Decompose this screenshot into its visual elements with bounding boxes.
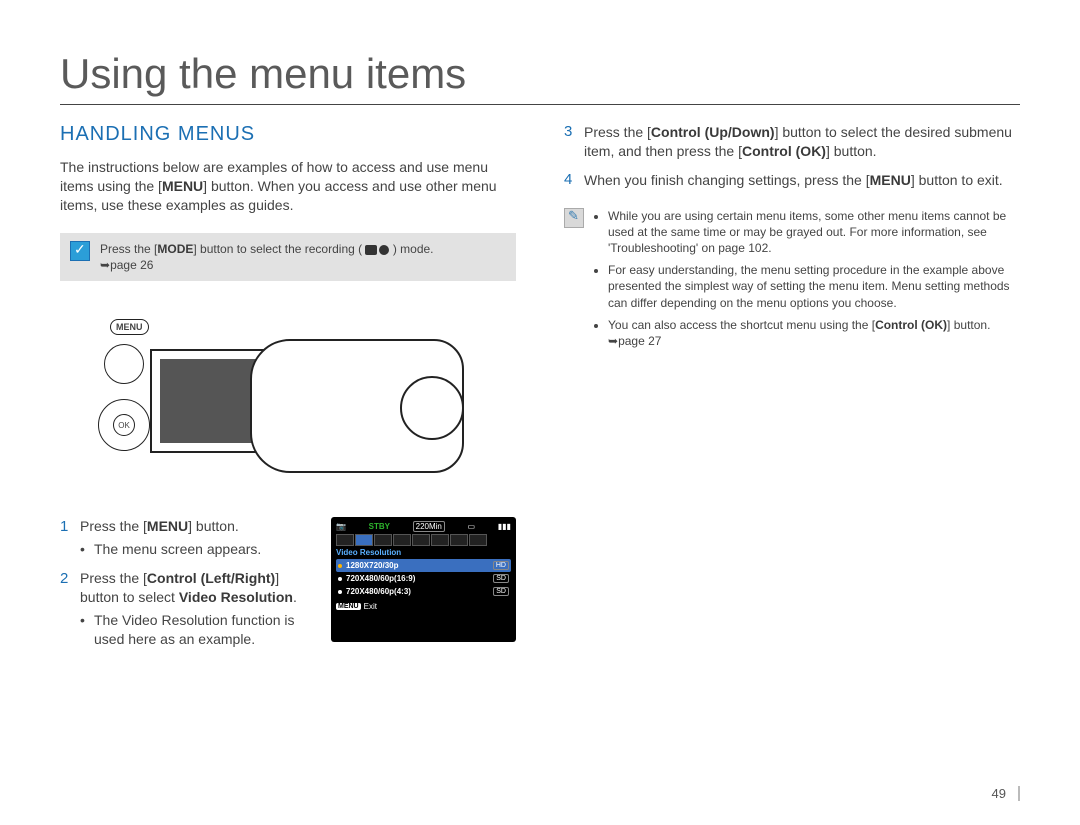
- pencil-icon: [564, 208, 584, 228]
- step3-ok-bold: Control (OK): [742, 143, 826, 159]
- tip-item: While you are using certain menu items, …: [608, 208, 1020, 257]
- osd-tab-row: [336, 534, 511, 546]
- tip3-ref: page 27: [618, 334, 661, 348]
- camcorder-body: [250, 339, 464, 473]
- step1-text-a: Press the [: [80, 518, 147, 534]
- osd-res-tag: SD: [493, 587, 509, 596]
- step-3: 3 Press the [Control (Up/Down)] button t…: [564, 123, 1020, 161]
- tip3-text-b: ] button.: [947, 318, 990, 332]
- osd-menu-title: Video Resolution: [336, 548, 511, 557]
- osd-battery-icon: ▮▮▮: [498, 522, 511, 531]
- step4-menu-bold: MENU: [870, 172, 911, 188]
- osd-dot-icon: [338, 590, 342, 594]
- step-body: Press the [Control (Left/Right)] button …: [80, 569, 319, 649]
- step2-ctrl-bold: Control (Left/Right): [147, 570, 275, 586]
- osd-tab: [336, 534, 354, 546]
- osd-res-tag: HD: [493, 561, 509, 570]
- tip3-ctrl-bold: Control (OK): [875, 318, 947, 332]
- step2-text-a: Press the [: [80, 570, 147, 586]
- osd-exit-row: MENU Exit: [336, 602, 511, 611]
- step1-text-b: ] button.: [188, 518, 239, 534]
- step-number: 4: [564, 171, 576, 190]
- osd-stby-label: STBY: [369, 522, 390, 531]
- note-mode-bold: MODE: [157, 242, 193, 256]
- tips-list: While you are using certain menu items, …: [594, 208, 1020, 356]
- page-title: Using the menu items: [60, 50, 1020, 105]
- osd-camera-icon: 📷: [336, 522, 346, 531]
- step4-text-a: When you finish changing settings, press…: [584, 172, 870, 188]
- step-1: 1 Press the [MENU] button. The menu scre…: [60, 517, 319, 559]
- osd-tab: [412, 534, 430, 546]
- osd-time-label: 220Min: [413, 521, 445, 532]
- ok-button-label: OK: [113, 414, 135, 436]
- tips-box: While you are using certain menu items, …: [564, 208, 1020, 356]
- osd-res-value: 1280X720/30p: [346, 561, 489, 570]
- step4-text-b: ] button to exit.: [911, 172, 1003, 188]
- step1-sub: The menu screen appears.: [80, 540, 319, 559]
- step3-text-c: ] button.: [826, 143, 877, 159]
- two-column-layout: HANDLING MENUS The instructions below ar…: [60, 123, 1020, 658]
- step-4: 4 When you finish changing settings, pre…: [564, 171, 1020, 190]
- osd-row: 720X480/60p(16:9) SD: [336, 572, 511, 585]
- osd-tab: [374, 534, 392, 546]
- note-text-c: ) mode.: [393, 242, 434, 256]
- note-text-b: ] button to select the recording (: [193, 242, 362, 256]
- osd-menu-badge: MENU: [336, 603, 361, 610]
- step2-text-c: .: [293, 589, 297, 605]
- menu-button-circle: [104, 344, 144, 384]
- control-pad: OK: [98, 399, 150, 451]
- osd-top-bar: 📷 STBY 220Min ▭ ▮▮▮: [336, 521, 511, 532]
- step1-menu-bold: MENU: [147, 518, 188, 534]
- camcorder-lens: [400, 376, 464, 440]
- left-column: HANDLING MENUS The instructions below ar…: [60, 123, 516, 658]
- right-column: 3 Press the [Control (Up/Down)] button t…: [564, 123, 1020, 658]
- note-text: Press the [MODE] button to select the re…: [100, 241, 434, 273]
- page-number: 49: [992, 786, 1020, 801]
- osd-tab-selected: [355, 534, 373, 546]
- osd-exit-label: Exit: [364, 602, 377, 611]
- osd-menu-screenshot: 📷 STBY 220Min ▭ ▮▮▮: [331, 517, 516, 642]
- step-body: Press the [Control (Up/Down)] button to …: [584, 123, 1020, 161]
- intro-paragraph: The instructions below are examples of h…: [60, 158, 516, 215]
- step-body: Press the [MENU] button. The menu screen…: [80, 517, 319, 559]
- check-icon: [70, 241, 90, 261]
- camcorder-illustration: MENU OK: [80, 299, 516, 499]
- osd-tab: [393, 534, 411, 546]
- osd-card-icon: ▭: [468, 522, 476, 531]
- mode-icons: [365, 245, 389, 255]
- osd-dot-icon: [338, 564, 342, 568]
- manual-page: Using the menu items HANDLING MENUS The …: [0, 0, 1080, 825]
- steps-block: 1 Press the [MENU] button. The menu scre…: [60, 517, 516, 658]
- section-heading: HANDLING MENUS: [60, 123, 516, 146]
- step-number: 1: [60, 517, 72, 559]
- osd-res-value: 720X480/60p(4:3): [346, 587, 489, 596]
- step-number: 2: [60, 569, 72, 649]
- note-text-a: Press the [: [100, 242, 157, 256]
- tip-item: For easy understanding, the menu setting…: [608, 262, 1020, 311]
- intro-menu-bold: MENU: [162, 178, 203, 194]
- tip-item: You can also access the shortcut menu us…: [608, 317, 1020, 349]
- step2-target-bold: Video Resolution: [179, 589, 293, 605]
- step2-sub: The Video Resolution function is used he…: [80, 611, 319, 649]
- osd-row: 720X480/60p(4:3) SD: [336, 585, 511, 598]
- osd-tab: [469, 534, 487, 546]
- photo-mode-icon: [379, 245, 389, 255]
- note-page-ref: page 26: [110, 258, 153, 272]
- osd-row-selected: 1280X720/30p HD: [336, 559, 511, 572]
- menu-button-label: MENU: [110, 319, 149, 335]
- step-body: When you finish changing settings, press…: [584, 171, 1020, 190]
- step-number: 3: [564, 123, 576, 161]
- osd-tab: [431, 534, 449, 546]
- mode-note-box: Press the [MODE] button to select the re…: [60, 233, 516, 281]
- tip3-text-a: You can also access the shortcut menu us…: [608, 318, 875, 332]
- osd-res-tag: SD: [493, 574, 509, 583]
- video-mode-icon: [365, 245, 377, 255]
- osd-dot-icon: [338, 577, 342, 581]
- step3-ctrl-bold: Control (Up/Down): [651, 124, 775, 140]
- step3-text-a: Press the [: [584, 124, 651, 140]
- osd-res-value: 720X480/60p(16:9): [346, 574, 489, 583]
- steps-text: 1 Press the [MENU] button. The menu scre…: [60, 517, 319, 658]
- osd-tab: [450, 534, 468, 546]
- step-2: 2 Press the [Control (Left/Right)] butto…: [60, 569, 319, 649]
